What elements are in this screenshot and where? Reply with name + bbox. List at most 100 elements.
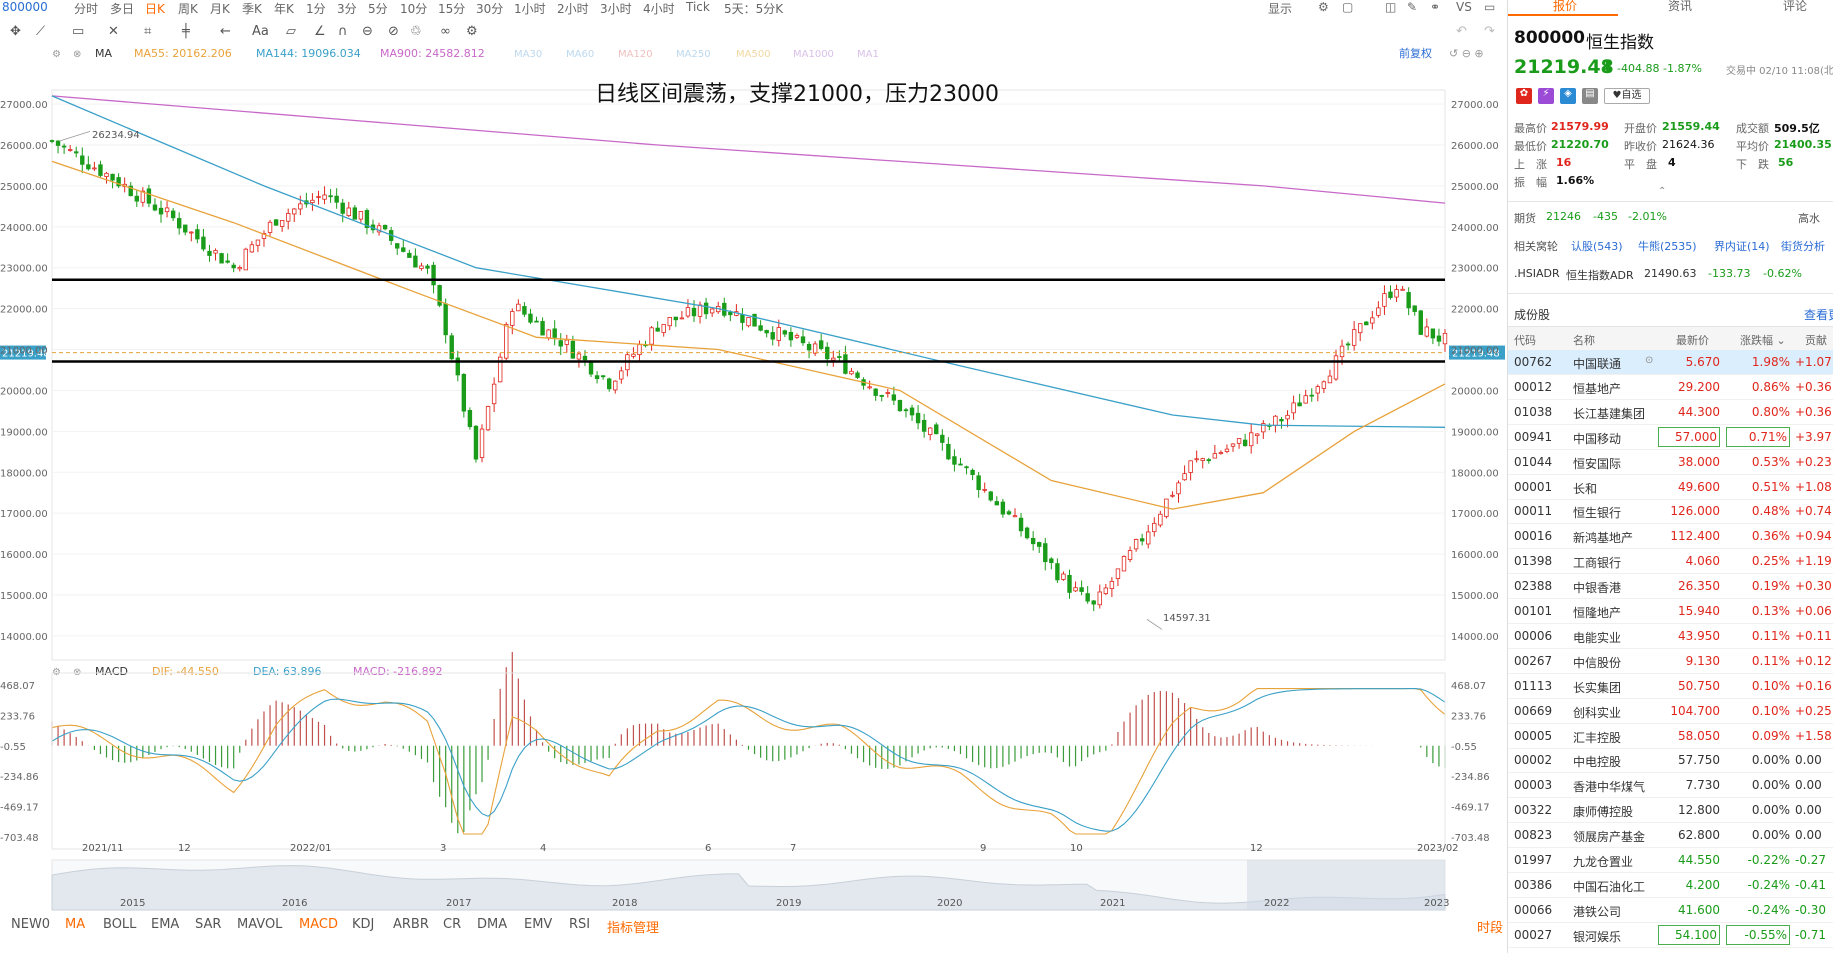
related-link-cbbc[interactable]: 牛熊(2535) [1638, 238, 1697, 254]
table-row[interactable]: 00011 恒生银行 126.000 0.48% +0.74 [1508, 499, 1833, 525]
table-row[interactable]: 01113 长实集团 50.750 0.10% +0.16 [1508, 674, 1833, 699]
tab-sar[interactable]: SAR [195, 917, 221, 932]
table-row[interactable]: 00669 创科实业 104.700 0.10% +0.25 [1508, 699, 1833, 724]
gear-small-icon[interactable]: ⚙ [466, 24, 478, 39]
table-row[interactable]: 00823 领展房产基金 62.800 0.00% 0.00 [1508, 823, 1833, 849]
close-icon[interactable]: ⊗ [73, 49, 81, 60]
target-icon[interactable]: ⊙ [1645, 355, 1653, 366]
compare-icon[interactable]: ∞ [440, 24, 451, 39]
table-row[interactable]: 00001 长和 49.600 0.51% +1.08 [1508, 475, 1833, 500]
hk-flag-icon[interactable]: ✿ [1516, 88, 1532, 104]
fib-icon[interactable]: ✕ [108, 24, 119, 39]
period-1h[interactable]: 1小时 [514, 0, 546, 17]
tab-boll[interactable]: BOLL [103, 917, 136, 932]
table-row[interactable]: 01044 恒安国际 38.000 0.53% +0.23 [1508, 450, 1833, 475]
text-icon[interactable]: Aa [252, 24, 269, 39]
magnet-icon[interactable]: ∩ [338, 24, 348, 39]
header-price[interactable]: 最新价 [1676, 332, 1709, 348]
period-15m[interactable]: 15分 [438, 0, 465, 17]
period-30m[interactable]: 30分 [476, 0, 503, 17]
table-row[interactable]: 01997 九龙仓置业 44.550 -0.22% -0.27 [1508, 848, 1833, 873]
related-link-inline[interactable]: 界内证(14) [1714, 238, 1770, 254]
tab-indicator-manage[interactable]: 指标管理 [607, 917, 659, 936]
undo-icon[interactable]: ↶ [1456, 24, 1467, 39]
view-more-link[interactable]: 查看更 [1804, 306, 1833, 323]
brush-icon[interactable]: ∠ [314, 24, 326, 39]
arrow-icon[interactable]: ← [220, 24, 231, 39]
redo-icon[interactable]: ↷ [1484, 24, 1495, 39]
period-month[interactable]: 月K [210, 0, 230, 17]
period-3h[interactable]: 3小时 [600, 0, 632, 17]
code-selector[interactable]: 800000 [2, 0, 48, 14]
tab-news[interactable]: 资讯 [1668, 0, 1692, 14]
settings-icon[interactable]: ⚙ [52, 49, 61, 60]
chat-icon[interactable]: ◈ [1560, 88, 1576, 104]
pen-icon[interactable]: ✎ [1407, 0, 1417, 14]
kline-svg[interactable]: ⚙ ⊗ MA MA55: 20162.206 MA144: 19096.034 … [0, 45, 1507, 915]
header-code[interactable]: 代码 [1514, 332, 1536, 348]
link-icon[interactable]: ⚭ [1430, 0, 1440, 14]
collapse-chevron-icon[interactable]: ⌃ [1658, 186, 1666, 197]
period-quarter[interactable]: 季K [242, 0, 262, 17]
table-row[interactable]: 02388 中银香港 26.350 0.19% +0.30 [1508, 574, 1833, 600]
period-1m[interactable]: 1分 [306, 0, 326, 17]
period-10m[interactable]: 10分 [400, 0, 427, 17]
tab-kdj[interactable]: KDJ [352, 917, 374, 932]
tab-macd[interactable]: MACD [299, 917, 338, 932]
chart-area[interactable]: ⚙ ⊗ MA MA55: 20162.206 MA144: 19096.034 … [0, 45, 1507, 915]
display-menu[interactable]: 显示 [1268, 0, 1292, 17]
period-min[interactable]: 分时 [74, 0, 98, 17]
macd-title[interactable]: MACD [95, 665, 128, 678]
tab-rsi[interactable]: RSI [569, 917, 590, 932]
table-row[interactable]: 01038 长江基建集团 44.300 0.80% +0.36 [1508, 400, 1833, 425]
lock-icon[interactable]: ⊘ [388, 24, 399, 39]
tab-quote[interactable]: 报价 [1553, 0, 1577, 14]
alert-icon[interactable]: ▤ [1582, 88, 1598, 104]
tab-dma[interactable]: DMA [477, 917, 507, 932]
table-row[interactable]: 00005 汇丰控股 58.050 0.09% +1.58 [1508, 724, 1833, 749]
table-row[interactable]: 01398 工商银行 4.060 0.25% +1.19 [1508, 549, 1833, 575]
related-link-street[interactable]: 街货分析 [1781, 238, 1825, 254]
trash-icon[interactable]: ♲ [410, 24, 422, 39]
period-week[interactable]: 周K [178, 0, 198, 17]
related-link-warrants[interactable]: 认股(543) [1571, 238, 1623, 254]
table-row[interactable]: 00003 香港中华煤气 7.730 0.00% 0.00 [1508, 773, 1833, 799]
period-multiday[interactable]: 多日 [110, 0, 134, 17]
table-row[interactable]: 00002 中电控股 57.750 0.00% 0.00 [1508, 748, 1833, 774]
window-icon[interactable]: ▭ [1484, 0, 1495, 14]
camera-icon[interactable]: ◫ [1385, 0, 1396, 14]
reset-icon[interactable]: ↺ ⊖ ⊕ [1449, 47, 1484, 60]
tab-emv[interactable]: EMV [524, 917, 552, 932]
tab-ema[interactable]: EMA [151, 917, 179, 932]
table-row[interactable]: 00322 康师傅控股 12.800 0.00% 0.00 [1508, 798, 1833, 824]
connect-icon[interactable]: ⚡ [1538, 88, 1554, 104]
ma-indicator-name[interactable]: MA [95, 47, 112, 60]
table-row[interactable]: 00006 电能实业 43.950 0.11% +0.11 [1508, 624, 1833, 649]
period-5m[interactable]: 5分 [368, 0, 388, 17]
add-watchlist-button[interactable]: ♥自选 [1604, 88, 1650, 104]
header-pct[interactable]: 涨跌幅 ⌄ [1740, 332, 1786, 348]
period-2h[interactable]: 2小时 [557, 0, 589, 17]
table-row[interactable]: 00941 中国移动 57.000 0.71% +3.97 [1508, 425, 1833, 450]
visibility-icon[interactable]: ⊖ [362, 24, 373, 39]
header-name[interactable]: 名称 [1573, 332, 1595, 348]
channel-icon[interactable]: ⌗ [144, 24, 151, 39]
comment-icon[interactable]: ▱ [286, 24, 296, 39]
qfq-button[interactable]: 前复权 [1399, 46, 1432, 60]
tab-mavol[interactable]: MAVOL [237, 917, 282, 932]
tab-cr[interactable]: CR [443, 917, 461, 932]
trendline-icon[interactable]: ⟋ [36, 24, 45, 39]
table-row[interactable]: 00066 港铁公司 41.600 -0.24% -0.30 [1508, 898, 1833, 923]
period-year[interactable]: 年K [274, 0, 294, 17]
table-row[interactable]: 00101 恒隆地产 15.940 0.13% +0.06 [1508, 599, 1833, 624]
rect-icon[interactable]: ▭ [72, 24, 84, 39]
tab-ma[interactable]: MA [65, 917, 85, 932]
vs-icon[interactable]: VS [1456, 0, 1472, 14]
tab-arbr[interactable]: ARBR [393, 917, 429, 932]
overview-navigator[interactable]: 2015 2016 2017 2018 2019 2020 2021 2022 2023 [51, 859, 1449, 911]
crosshair-icon[interactable]: ✥ [10, 24, 21, 39]
table-row[interactable]: 00386 中国石油化工 4.200 -0.24% -0.41 [1508, 873, 1833, 898]
period-4h[interactable]: 4小时 [643, 0, 675, 17]
table-row[interactable]: 00016 新鸿基地产 112.400 0.36% +0.94 [1508, 524, 1833, 550]
table-row[interactable]: 00012 恒基地产 29.200 0.86% +0.36 [1508, 375, 1833, 400]
